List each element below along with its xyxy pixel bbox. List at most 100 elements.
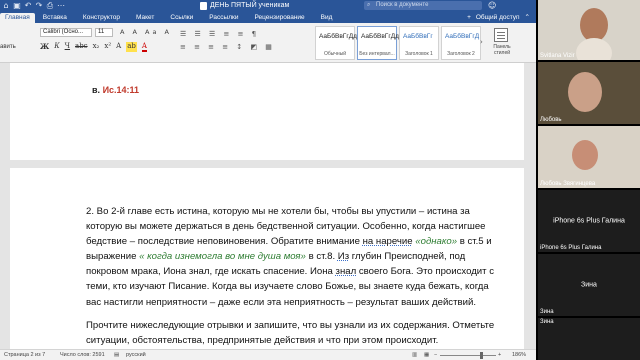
participant-label: Зина	[581, 281, 597, 289]
strike-button[interactable]: abc	[75, 42, 88, 52]
subscript-button[interactable]: x₂	[93, 42, 100, 52]
page-1[interactable]: в. Ис.14:11	[10, 63, 524, 160]
style-no-spacing[interactable]: АаБбВвГгДд Без интервал...	[357, 26, 399, 60]
participant-tile[interactable]: Svitlana Vizir	[538, 0, 640, 60]
styles-pane-icon	[494, 28, 508, 42]
zoom-slider-thumb[interactable]	[480, 352, 483, 359]
tab-mailings[interactable]: Рассылки	[201, 13, 246, 23]
reference-prefix: в.	[92, 85, 101, 95]
text-run-underlined: знал	[335, 266, 357, 278]
participant-video	[580, 8, 608, 42]
participant-video	[576, 38, 612, 60]
participant-video	[568, 72, 602, 112]
print-icon[interactable]: ⎙	[46, 1, 54, 10]
chevron-up-icon[interactable]: ⌃	[525, 13, 530, 22]
more-icon[interactable]: ⋯	[57, 1, 65, 10]
share-person-icon: +	[467, 14, 471, 21]
italic-button[interactable]: К	[54, 42, 59, 52]
share-button[interactable]: + Общий доступ ⌃	[467, 13, 530, 22]
zoom-in-icon[interactable]: +	[498, 350, 501, 360]
style-heading-1[interactable]: АаБбВвГг Заголовок 1	[399, 26, 439, 60]
document-icon	[200, 2, 207, 10]
bold-button[interactable]: Ж	[40, 42, 49, 52]
participant-video	[572, 140, 598, 170]
tab-references[interactable]: Ссылки	[162, 13, 201, 23]
highlight-button[interactable]: ab	[126, 42, 137, 52]
document-body[interactable]: 2. Во 2-й главе есть истина, которую мы …	[86, 204, 506, 348]
participant-name: Svitlana Vizir	[540, 53, 575, 59]
quick-access-toolbar: ⌂ ▣ ↶ ↷ ⎙ ⋯	[2, 1, 65, 10]
web-layout-icon[interactable]: ▦	[424, 350, 429, 360]
participant-tile[interactable]: iPhone 6s Plus Галина iPhone 6s Plus Гал…	[538, 190, 640, 252]
font-name-select[interactable]: Calibri (Осно...	[40, 28, 92, 37]
chevron-right-icon[interactable]: ›	[480, 38, 483, 46]
print-layout-icon[interactable]: ▥	[412, 350, 417, 360]
tab-view[interactable]: Вид	[313, 13, 341, 23]
word-window: ⌂ ▣ ↶ ↷ ⎙ ⋯ ДЕНЬ ПЯТЫЙ ученикам ⌕ Поиск …	[0, 0, 536, 360]
language[interactable]: русский	[126, 350, 146, 360]
styles-gallery: АаБбВвГгДд Обычный АаБбВвГгДд Без интерв…	[315, 26, 481, 60]
zoom-out-icon[interactable]: −	[434, 350, 437, 360]
style-sample: АаБбВвГгДд	[319, 33, 357, 40]
tab-layout[interactable]: Макет	[128, 13, 162, 23]
text-run-underlined: на наречие	[362, 236, 413, 248]
style-name: Без интервал...	[359, 51, 395, 57]
window-title: ДЕНЬ ПЯТЫЙ ученикам	[200, 1, 289, 11]
zoom-slider[interactable]	[440, 355, 496, 356]
undo-icon[interactable]: ↶	[24, 1, 32, 10]
superscript-button[interactable]: x²	[104, 42, 111, 52]
word-count[interactable]: Число слов: 2591	[60, 350, 105, 360]
style-sample: АаБбВвГгД	[445, 33, 480, 40]
redo-icon[interactable]: ↷	[35, 1, 43, 10]
ribbon-tabs: Главная Вставка Конструктор Макет Ссылки…	[0, 12, 536, 23]
format-buttons: Ж К Ч abc x₂ x² A ab A	[40, 42, 147, 52]
participant-name: iPhone 6s Plus Галина	[540, 245, 602, 251]
search-input[interactable]: ⌕ Поиск в документе	[364, 1, 482, 10]
search-icon: ⌕	[367, 2, 371, 8]
styles-pane-button[interactable]: Панель стилей	[488, 26, 534, 60]
ribbon-body: авить Calibri (Осно... 11 A A Aa A Ж К Ч…	[0, 23, 536, 63]
title-bar: ⌂ ▣ ↶ ↷ ⎙ ⋯ ДЕНЬ ПЯТЫЙ ученикам ⌕ Поиск …	[0, 0, 536, 12]
video-participants-panel: Svitlana Vizir Любовь Любовь Звягинцева …	[536, 0, 640, 360]
tab-insert[interactable]: Вставка	[35, 13, 75, 23]
page-count[interactable]: Страница 2 из 7	[4, 350, 45, 360]
style-heading-2[interactable]: АаБбВвГгД Заголовок 2	[441, 26, 481, 60]
font-size-select[interactable]: 11	[95, 28, 113, 37]
save-icon[interactable]: ▣	[13, 1, 21, 10]
style-name: Обычный	[323, 51, 347, 57]
zoom-level[interactable]: 186%	[512, 350, 526, 360]
tab-review[interactable]: Рецензирование	[246, 13, 312, 23]
quote-however: «однако»	[412, 236, 458, 248]
style-name: Заголовок 1	[405, 51, 433, 57]
style-sample: АаБбВвГгДд	[361, 33, 399, 40]
style-sample: АаБбВвГг	[403, 33, 433, 40]
search-placeholder: Поиск в документе	[376, 2, 429, 8]
participant-tile[interactable]: Любовь	[538, 62, 640, 124]
participant-tile[interactable]: Зина	[538, 318, 640, 360]
participant-name: Зина	[540, 319, 554, 325]
paragraph-1: 2. Во 2-й главе есть истина, которую мы …	[86, 204, 506, 310]
participant-tile[interactable]: Любовь Звягинцева	[538, 126, 640, 188]
page-2[interactable]: 2. Во 2-й главе есть истина, которую мы …	[10, 168, 524, 350]
feedback-icon[interactable]: ☺	[488, 1, 497, 10]
participant-name: Любовь	[540, 117, 562, 123]
participant-tile[interactable]: Зина Зина	[538, 254, 640, 316]
proofing-icon[interactable]: ▤	[114, 350, 119, 360]
paste-button-label[interactable]: авить	[0, 44, 16, 50]
text-effects-button[interactable]: A	[116, 42, 121, 52]
participant-name: Любовь Звягинцева	[540, 181, 596, 187]
window-title-text: ДЕНЬ ПЯТЫЙ ученикам	[210, 2, 290, 9]
style-name: Заголовок 2	[447, 51, 475, 57]
style-normal[interactable]: АаБбВвГгДд Обычный	[315, 26, 357, 60]
tab-home[interactable]: Главная	[0, 13, 35, 23]
styles-pane-label: Панель стилей	[493, 44, 511, 56]
participant-name: Зина	[540, 309, 554, 315]
participant-label: iPhone 6s Plus Галина	[553, 217, 625, 225]
font-size-controls[interactable]: A A Aa A	[120, 28, 172, 36]
scripture-reference: в. Ис.14:11	[92, 85, 139, 95]
underline-button[interactable]: Ч	[65, 42, 70, 52]
paragraph-controls[interactable]: ☰ ☰ ☰ ≡ ≡ ¶ ≡ ≡ ≡ ≡ ↕ ◩ ▦	[180, 28, 306, 56]
tab-design[interactable]: Конструктор	[75, 13, 128, 23]
home-icon[interactable]: ⌂	[2, 1, 10, 10]
font-color-button[interactable]: A	[141, 42, 147, 52]
